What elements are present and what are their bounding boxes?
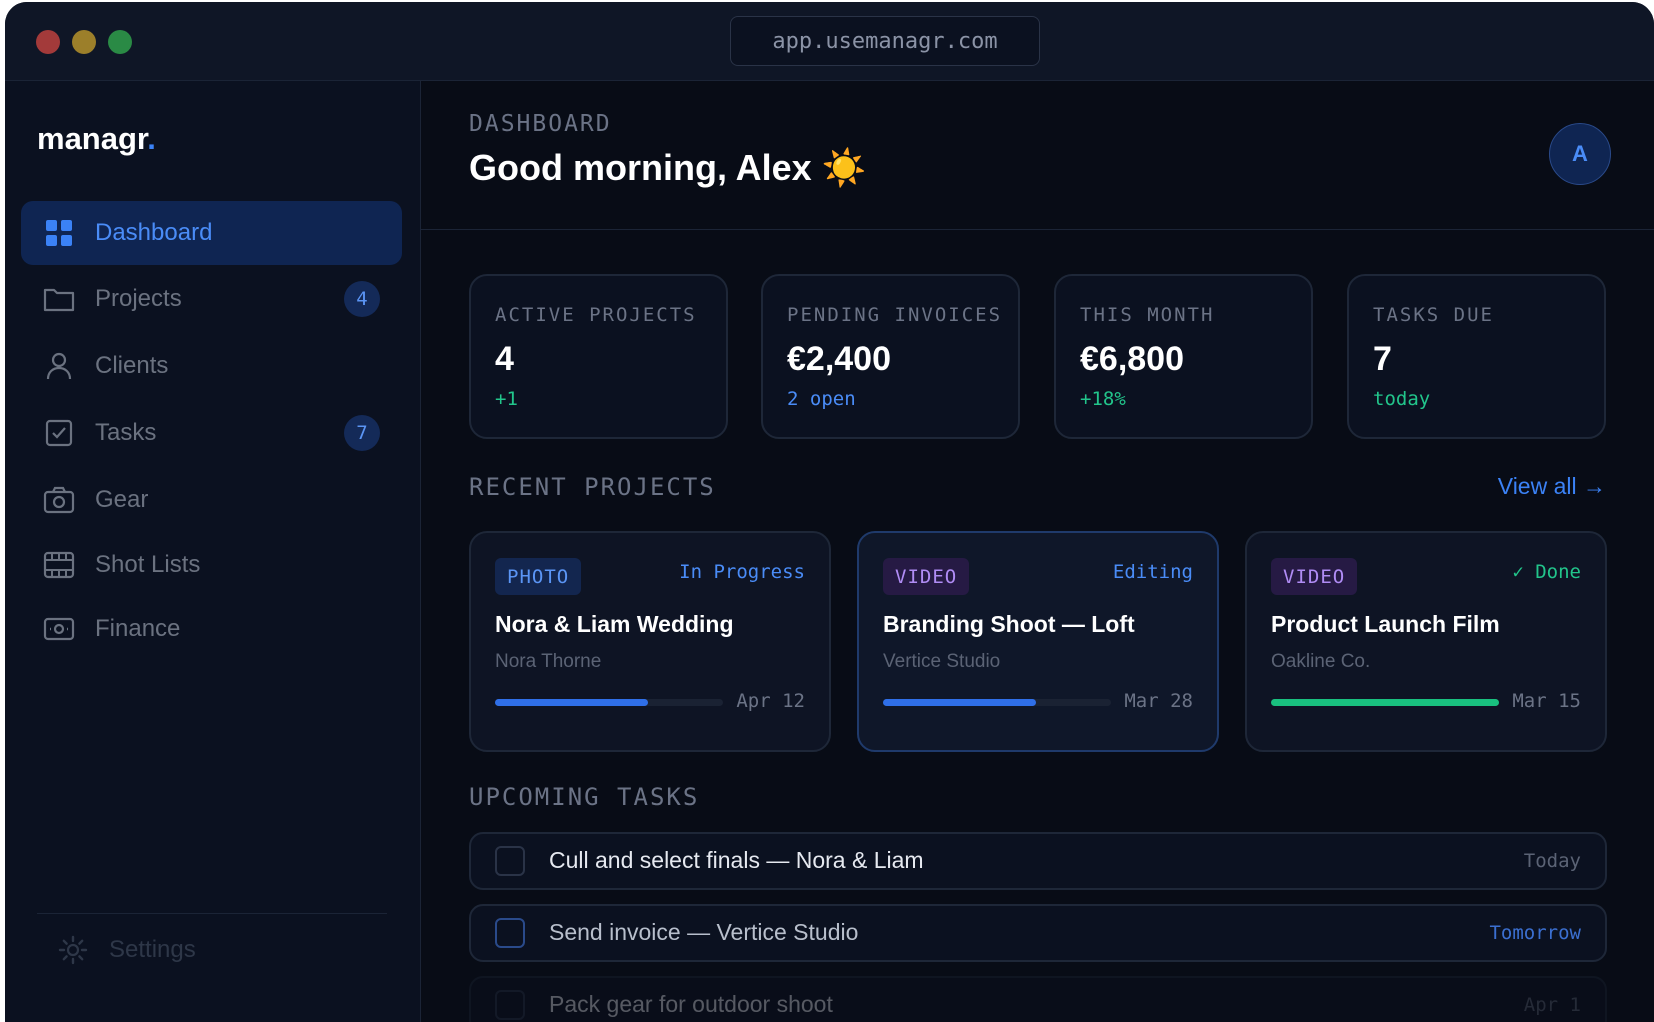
logo[interactable]: managr.: [37, 121, 156, 157]
sidebar-item-label: Clients: [95, 352, 169, 379]
stat-label: PENDING INVOICES: [787, 304, 1003, 326]
checkbox-icon: [43, 417, 75, 449]
project-client: Nora Thorne: [495, 651, 602, 672]
task-checkbox[interactable]: [495, 846, 525, 876]
project-card[interactable]: VIDEO Editing Branding Shoot — Loft Vert…: [857, 531, 1219, 752]
project-client: Vertice Studio: [883, 651, 1001, 672]
stat-value: 4: [495, 340, 514, 378]
sidebar-item-projects[interactable]: Projects 4: [21, 267, 402, 331]
minimize-window-button[interactable]: [72, 30, 96, 54]
folder-icon: [43, 283, 75, 315]
task-due: Today: [1523, 850, 1581, 872]
breadcrumb: DASHBOARD: [469, 111, 612, 137]
task-due: Apr 1: [1523, 994, 1581, 1016]
sidebar-item-label: Finance: [95, 615, 181, 642]
stat-label: ACTIVE PROJECTS: [495, 304, 697, 326]
sidebar-item-settings[interactable]: Settings: [57, 921, 196, 979]
app-window: app.usemanagr.com managr. Dashboard Proj…: [5, 2, 1654, 1022]
stat-card-this-month: THIS MONTH €6,800 +18%: [1054, 274, 1313, 439]
sidebar-item-label: Gear: [95, 486, 149, 513]
project-type-tag: PHOTO: [495, 558, 582, 595]
sidebar-item-clients[interactable]: Clients: [21, 334, 402, 398]
task-row: Send invoice — Vertice Studio Tomorrow: [469, 904, 1607, 962]
progress-bar: [495, 699, 723, 706]
banknote-icon: [43, 613, 75, 645]
stat-delta: +1: [495, 388, 518, 410]
progress-fill: [495, 699, 648, 706]
stat-delta: 2 open: [787, 388, 856, 410]
sidebar-item-label: Projects: [95, 285, 182, 312]
sidebar-item-gear[interactable]: Gear: [21, 468, 402, 532]
sidebar-divider: [37, 913, 387, 914]
address-bar[interactable]: app.usemanagr.com: [730, 16, 1040, 66]
avatar[interactable]: A: [1549, 123, 1611, 185]
project-date: Mar 15: [1512, 690, 1581, 712]
stat-value: 7: [1373, 340, 1392, 378]
project-type-tag: VIDEO: [883, 558, 970, 595]
task-row: Cull and select finals — Nora & Liam Tod…: [469, 832, 1607, 890]
logo-dot: .: [147, 121, 156, 156]
sidebar-item-label: Shot Lists: [95, 551, 201, 578]
camera-icon: [43, 484, 75, 516]
task-row: Pack gear for outdoor shoot Apr 1: [469, 976, 1607, 1022]
progress-fill: [1271, 699, 1499, 706]
project-title: Branding Shoot — Loft: [883, 611, 1135, 637]
project-title: Nora & Liam Wedding: [495, 611, 734, 637]
count-badge: 7: [344, 415, 380, 451]
upcoming-tasks-heading: UPCOMING TASKS: [469, 783, 700, 811]
close-window-button[interactable]: [36, 30, 60, 54]
stat-card-tasks-due: TASKS DUE 7 today: [1347, 274, 1606, 439]
sidebar-item-finance[interactable]: Finance: [21, 597, 402, 661]
sidebar-item-tasks[interactable]: Tasks 7: [21, 401, 402, 465]
task-checkbox[interactable]: [495, 990, 525, 1020]
gear-icon: [57, 934, 89, 966]
stat-value: €2,400: [787, 340, 891, 378]
task-due: Tomorrow: [1489, 922, 1581, 944]
progress-bar: [1271, 699, 1499, 706]
view-all-link[interactable]: View all →: [1498, 473, 1606, 500]
task-text: Send invoice — Vertice Studio: [549, 919, 859, 945]
project-status: In Progress: [679, 561, 805, 583]
stat-value: €6,800: [1080, 340, 1184, 378]
title-bar: app.usemanagr.com: [5, 2, 1654, 81]
grid-icon: [43, 217, 75, 249]
stat-delta: +18%: [1080, 388, 1126, 410]
task-checkbox[interactable]: [495, 918, 525, 948]
sidebar-item-label: Dashboard: [95, 219, 213, 246]
project-status: Editing: [1112, 561, 1193, 583]
sidebar-item-shot-lists[interactable]: Shot Lists: [21, 533, 402, 597]
project-title: Product Launch Film: [1271, 611, 1500, 637]
sidebar-item-dashboard[interactable]: Dashboard: [21, 201, 402, 265]
project-client: Oakline Co.: [1271, 651, 1371, 672]
maximize-window-button[interactable]: [108, 30, 132, 54]
stat-label: TASKS DUE: [1373, 304, 1494, 326]
progress-fill: [883, 699, 1036, 706]
recent-projects-heading: RECENT PROJECTS: [469, 473, 716, 501]
page-header: DASHBOARD Good morning, Alex ☀️ A: [421, 81, 1654, 230]
project-card[interactable]: PHOTO In Progress Nora & Liam Wedding No…: [469, 531, 831, 752]
task-text: Cull and select finals — Nora & Liam: [549, 847, 924, 873]
count-badge: 4: [344, 281, 380, 317]
project-date: Mar 28: [1124, 690, 1193, 712]
main-content: DASHBOARD Good morning, Alex ☀️ A ACTIVE…: [421, 81, 1654, 1022]
film-icon: [43, 549, 75, 581]
stat-delta: today: [1373, 388, 1431, 410]
progress-bar: [883, 699, 1111, 706]
project-status: ✓ Done: [1512, 561, 1581, 583]
sidebar-item-label: Tasks: [95, 419, 157, 446]
settings-label: Settings: [109, 936, 196, 963]
stat-card-pending-invoices: PENDING INVOICES €2,400 2 open: [761, 274, 1020, 439]
project-date: Apr 12: [736, 690, 805, 712]
logo-text: managr: [37, 121, 148, 156]
project-type-tag: VIDEO: [1271, 558, 1358, 595]
user-icon: [43, 350, 75, 382]
stat-card-active-projects: ACTIVE PROJECTS 4 +1: [469, 274, 728, 439]
stat-label: THIS MONTH: [1080, 304, 1215, 326]
task-text: Pack gear for outdoor shoot: [549, 991, 833, 1017]
page-title: Good morning, Alex ☀️: [469, 147, 867, 188]
sidebar: managr. Dashboard Projects 4 Clients Tas…: [5, 81, 421, 1022]
project-card[interactable]: VIDEO ✓ Done Product Launch Film Oakline…: [1245, 531, 1607, 752]
